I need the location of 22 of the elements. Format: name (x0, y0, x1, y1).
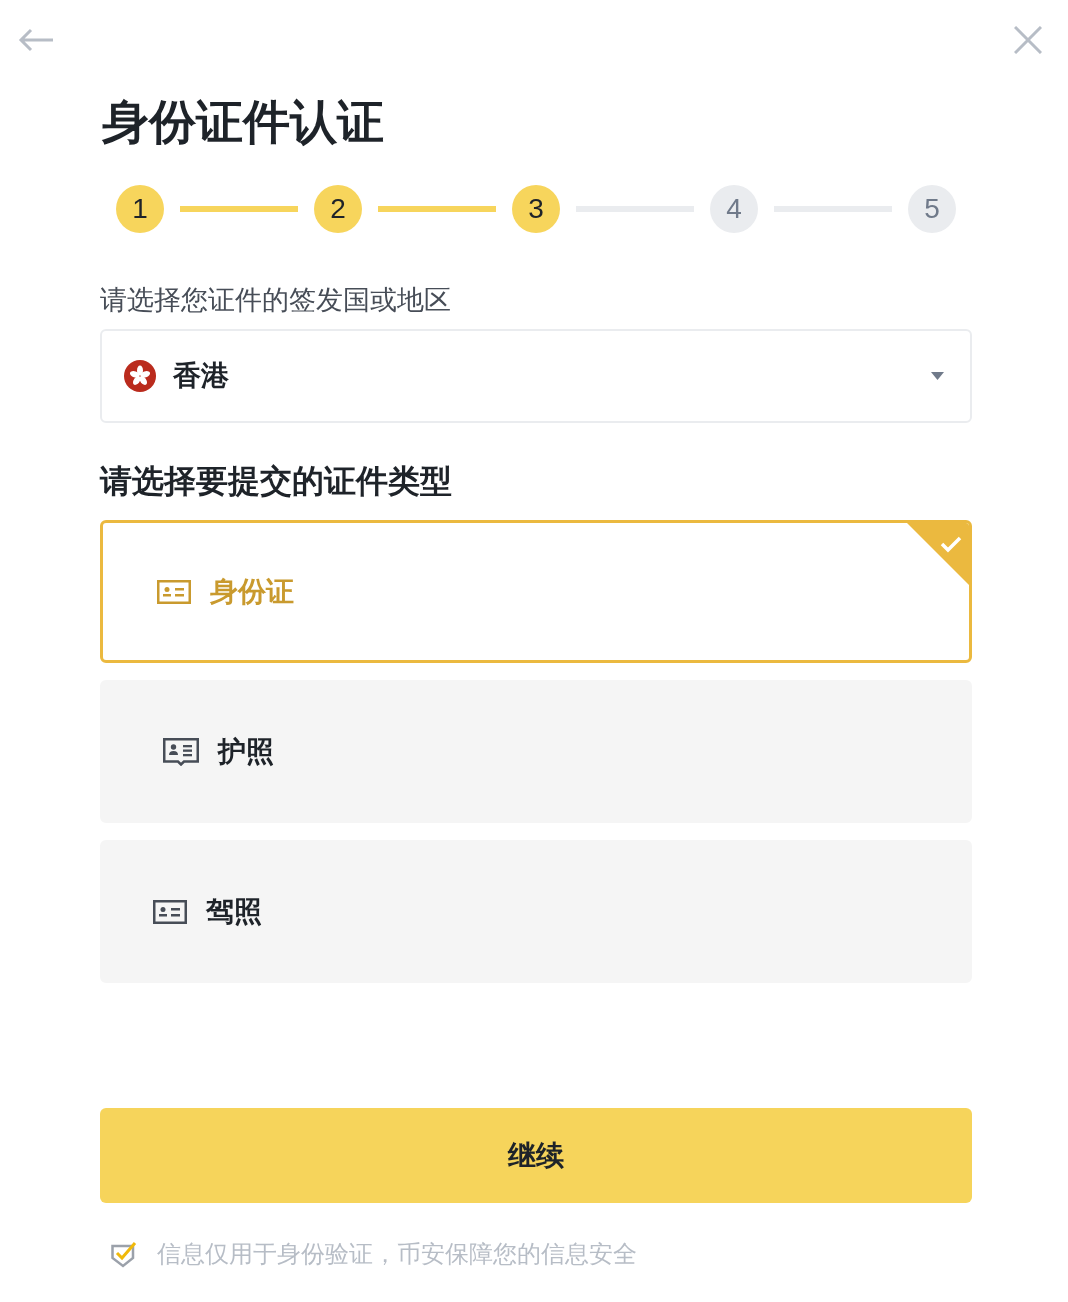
check-corner-icon (907, 523, 969, 585)
document-type-heading: 请选择要提交的证件类型 (100, 462, 453, 501)
id-card-icon (153, 899, 187, 924)
id-card-icon (157, 579, 191, 604)
step-indicator: 2 (314, 185, 362, 233)
privacy-note: 信息仅用于身份验证，币安保障您的信息安全 (157, 1239, 637, 1269)
caret-down-icon (931, 372, 944, 380)
document-option[interactable]: 护照 (100, 680, 972, 823)
step-indicator: 4 (710, 185, 758, 233)
back-arrow-icon[interactable] (18, 28, 54, 52)
country-label: 请选择您证件的签发国或地区 (100, 284, 452, 317)
passport-icon (163, 737, 199, 766)
step-indicator: 1 (116, 185, 164, 233)
shield-check-icon (111, 1240, 137, 1268)
country-select[interactable]: 香港 (100, 329, 972, 423)
close-icon[interactable] (1014, 26, 1042, 54)
flag-icon (124, 360, 156, 392)
page-title: 身份证件认证 (101, 94, 385, 150)
step-indicator: 3 (512, 185, 560, 233)
document-option[interactable]: 驾照 (100, 840, 972, 983)
continue-button[interactable]: 继续 (100, 1108, 972, 1203)
step-indicator: 5 (908, 185, 956, 233)
